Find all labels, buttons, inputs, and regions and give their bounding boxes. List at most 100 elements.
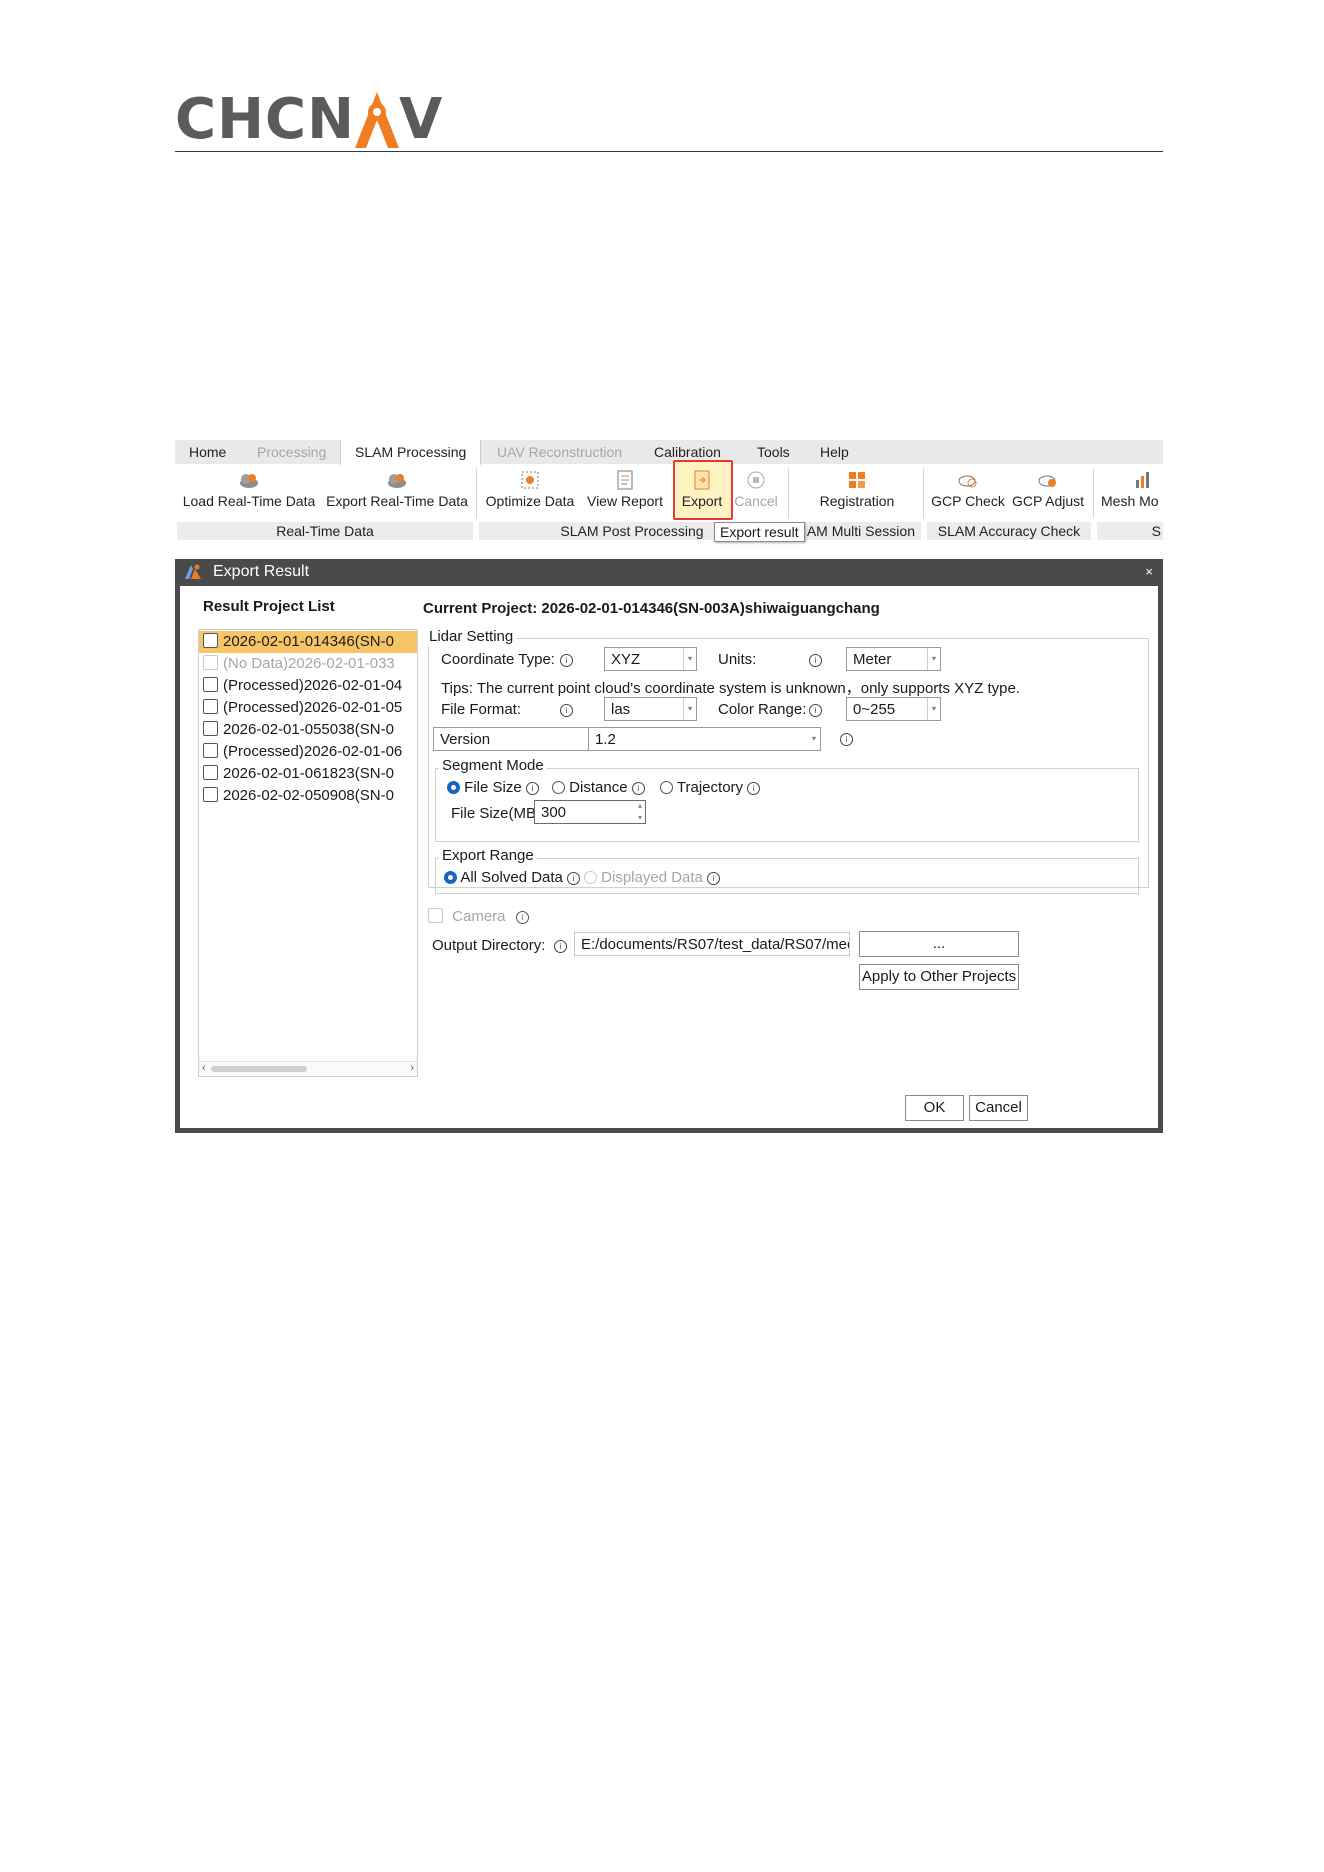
radio-trajectory[interactable]: Trajectory i: [660, 779, 761, 796]
info-icon: i: [515, 911, 529, 924]
current-project-label: Current Project: 2026-02-01-014346(SN-00…: [423, 600, 880, 617]
radio-file-size[interactable]: File Size i: [447, 779, 539, 796]
export-icon: [694, 470, 710, 490]
tab-uav-reconstruction[interactable]: UAV Reconstruction: [497, 440, 622, 464]
list-item[interactable]: (Processed)2026-02-01-04: [199, 675, 417, 697]
info-icon: i: [560, 654, 573, 667]
chcnav-logo: CHCN V: [175, 92, 443, 148]
info-icon: i: [554, 940, 567, 953]
logo-text-left: CHCN: [175, 87, 355, 152]
checkbox[interactable]: [203, 677, 218, 692]
list-item[interactable]: (Processed)2026-02-01-05: [199, 697, 417, 719]
export-button[interactable]: Export: [675, 470, 729, 510]
logo-text-right: V: [398, 87, 444, 152]
registration-button[interactable]: Registration: [797, 470, 917, 510]
info-icon: i: [809, 704, 822, 717]
checkbox[interactable]: [428, 908, 443, 923]
radio-displayed-data[interactable]: Displayed Data i: [584, 869, 721, 886]
header-divider: [175, 151, 1163, 152]
result-project-list[interactable]: 2026-02-01-014346(SN-0 (No Data)2026-02-…: [198, 629, 418, 1077]
radio-distance[interactable]: Distance i: [552, 779, 645, 796]
list-item[interactable]: 2026-02-01-055038(SN-0: [199, 719, 417, 741]
output-directory-label: Output Directory:: [432, 937, 546, 954]
color-range-select[interactable]: 0~255 ▾: [846, 697, 941, 721]
chevron-down-icon: ▾: [811, 734, 816, 743]
ok-button[interactable]: OK: [905, 1095, 964, 1121]
optimize-icon: [521, 471, 539, 489]
radio-indicator: [660, 781, 673, 794]
export-range-title: Export Range: [439, 847, 537, 864]
dialog-titlebar[interactable]: Export Result ×: [175, 559, 1163, 585]
view-report-button[interactable]: View Report: [584, 470, 666, 510]
checkbox[interactable]: [203, 633, 218, 648]
chevron-down-icon: ▾: [927, 698, 940, 720]
checkbox[interactable]: [203, 787, 218, 802]
horizontal-scrollbar[interactable]: ‹ ›: [199, 1061, 417, 1076]
radio-all-solved-data[interactable]: All Solved Data i: [444, 869, 581, 886]
scrollbar-thumb[interactable]: [211, 1066, 307, 1072]
file-format-label: File Format:: [441, 701, 522, 718]
info-icon: i: [747, 782, 761, 795]
mesh-model-button[interactable]: Mesh Mo: [1101, 470, 1163, 510]
list-item[interactable]: 2026-02-01-061823(SN-0: [199, 763, 417, 785]
chevron-down-icon: ▾: [683, 648, 696, 670]
export-realtime-button[interactable]: Export Real-Time Data: [323, 470, 471, 510]
version-select[interactable]: 1.2 ▾: [588, 727, 821, 751]
gcp-check-button[interactable]: GCP Check: [930, 470, 1006, 510]
checkbox[interactable]: [203, 743, 218, 758]
dialog-title: Export Result: [213, 563, 310, 580]
info-icon: i: [560, 704, 573, 717]
checkbox[interactable]: [203, 721, 218, 736]
scroll-right-icon[interactable]: ›: [410, 1062, 414, 1074]
ribbon-separator: [923, 468, 924, 518]
stepper-down-icon[interactable]: ▾: [638, 806, 642, 830]
scroll-left-icon[interactable]: ‹: [202, 1062, 206, 1074]
file-size-mb-label: File Size(MB):: [451, 805, 546, 822]
coordinate-type-label: Coordinate Type:: [441, 651, 555, 668]
list-item[interactable]: 2026-02-02-050908(SN-0: [199, 785, 417, 807]
export-tooltip: Export result: [714, 522, 805, 542]
tab-home[interactable]: Home: [189, 440, 226, 464]
units-select[interactable]: Meter ▾: [846, 647, 941, 671]
apply-to-other-projects-button[interactable]: Apply to Other Projects: [859, 964, 1019, 990]
mesh-icon: [1136, 472, 1149, 488]
close-icon[interactable]: ×: [1145, 559, 1153, 585]
group-realtime-data: Real-Time Data: [177, 522, 473, 540]
list-item[interactable]: 2026-02-01-014346(SN-0: [199, 631, 417, 653]
gcp-adjust-icon: [1038, 475, 1056, 487]
radio-indicator: [552, 781, 565, 794]
checkbox: [203, 655, 218, 670]
logo-pin-icon: [354, 92, 399, 148]
info-icon: i: [809, 654, 822, 667]
tab-help[interactable]: Help: [820, 440, 849, 464]
tab-tools[interactable]: Tools: [757, 440, 790, 464]
camera-checkbox[interactable]: Camera i: [428, 908, 529, 925]
radio-indicator: [447, 781, 460, 794]
list-item: (No Data)2026-02-01-033: [199, 653, 417, 675]
gcp-adjust-button[interactable]: GCP Adjust: [1009, 470, 1087, 510]
optimize-data-button[interactable]: Optimize Data: [482, 470, 578, 510]
chevron-down-icon: ▾: [683, 698, 696, 720]
load-realtime-button[interactable]: Load Real-Time Data: [181, 470, 317, 510]
group-slam-multi-session: AM Multi Session: [791, 522, 921, 540]
radio-indicator: [444, 871, 457, 884]
coordinate-tips: Tips: The current point cloud's coordina…: [441, 680, 1020, 697]
ribbon-separator: [788, 468, 789, 518]
browse-button[interactable]: ...: [859, 931, 1019, 957]
cancel-ribbon-button[interactable]: Cancel: [731, 470, 781, 510]
tab-processing[interactable]: Processing: [257, 440, 326, 464]
coordinate-type-select[interactable]: XYZ ▾: [604, 647, 697, 671]
output-directory-input[interactable]: E:/documents/RS07/test_data/RS07/meetir: [574, 932, 850, 956]
cancel-button[interactable]: Cancel: [969, 1095, 1028, 1121]
checkbox[interactable]: [203, 699, 218, 714]
tab-slam-processing[interactable]: SLAM Processing: [340, 440, 482, 465]
ribbon-tabbar: Home Processing SLAM Processing UAV Reco…: [175, 440, 1163, 465]
registration-icon: [849, 472, 865, 488]
ribbon-toolbar: Home Processing SLAM Processing UAV Reco…: [175, 440, 1163, 542]
info-icon: i: [567, 872, 581, 885]
file-size-mb-spinbox[interactable]: 300 ▴ ▾: [534, 800, 646, 824]
list-item[interactable]: (Processed)2026-02-01-06: [199, 741, 417, 763]
checkbox[interactable]: [203, 765, 218, 780]
file-format-select[interactable]: las ▾: [604, 697, 697, 721]
info-icon: i: [525, 782, 539, 795]
